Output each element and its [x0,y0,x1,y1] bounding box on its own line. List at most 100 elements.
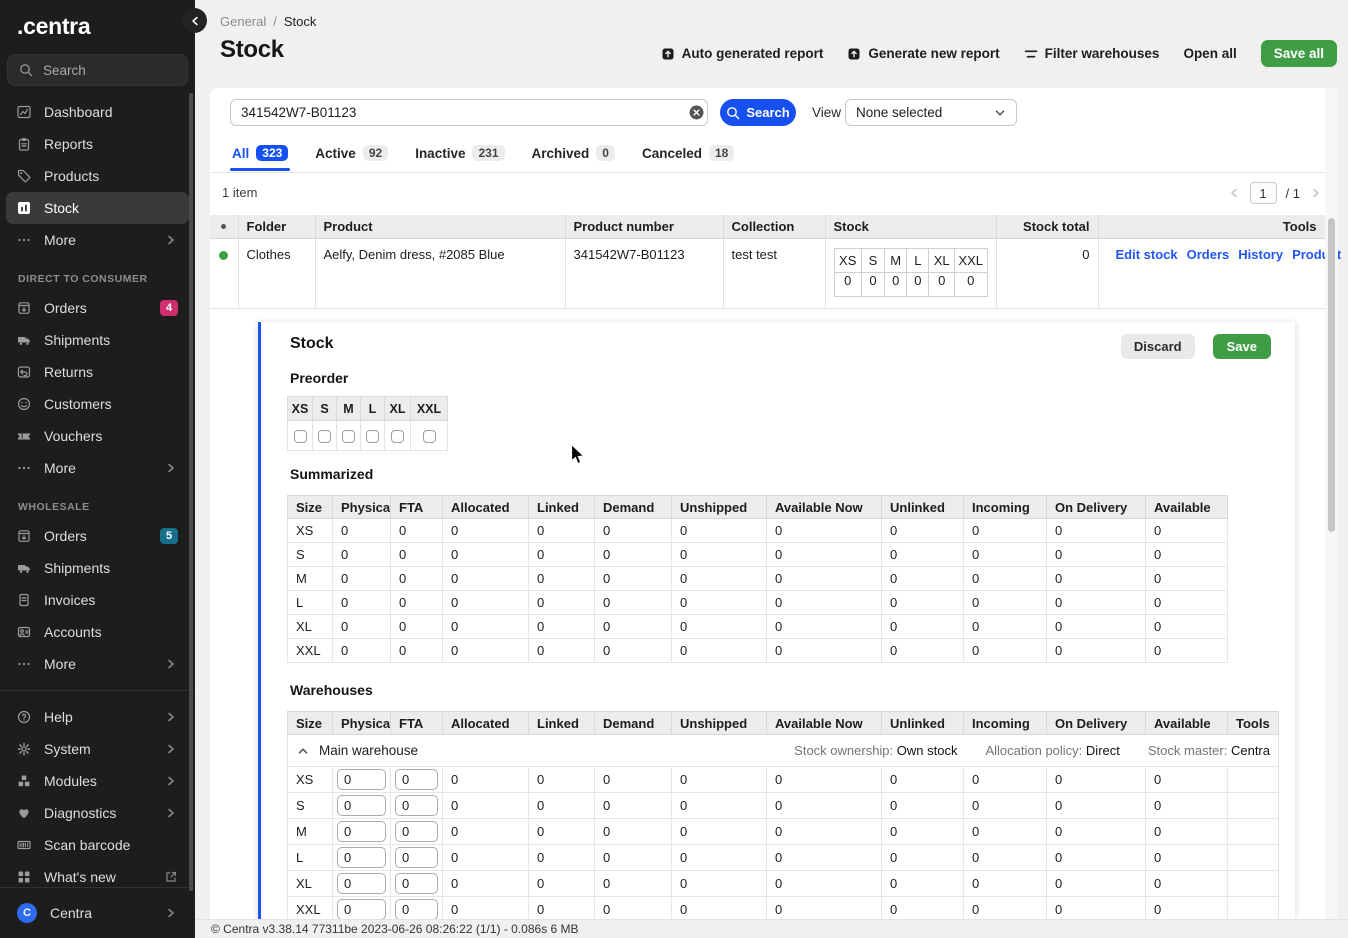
warehouses-table: SizePhysicalFTAAllocatedLinkedDemandUnsh… [287,711,1279,923]
size-header: S [313,397,337,421]
physical-input[interactable] [337,847,386,868]
warehouse-row: XL000000000 [288,871,1279,897]
collapse-sidebar-button[interactable] [182,8,207,33]
breadcrumb-general[interactable]: General [220,14,266,29]
sidebar-item-shipments[interactable]: Shipments [6,324,189,356]
value-cell: 0 [333,615,391,639]
centra-logo: .centra [0,0,195,40]
tab-inactive[interactable]: Inactive231 [415,145,504,171]
sidebar-item-dashboard[interactable]: Dashboard [6,96,189,128]
page-number-input[interactable]: 1 [1250,182,1277,204]
sidebar-item-invoices[interactable]: Invoices [6,584,189,616]
physical-input[interactable] [337,873,386,894]
sidebar-item-system[interactable]: System [6,733,189,765]
sidebar-item-accounts[interactable]: Accounts [6,616,189,648]
product-row[interactable]: ClothesAelfy, Denim dress, #2085 Blue341… [210,238,1325,308]
section-title-direct-to-consumer: DIRECT TO CONSUMER [0,256,195,292]
warehouse-group-row[interactable]: Main warehouseStock ownership: Own stock… [288,735,1279,767]
sidebar-item-more[interactable]: More [6,452,189,484]
col-fta: FTA [391,496,443,519]
generate-new-report-button[interactable]: Generate new report [847,46,999,61]
sidebar-item-label: Diagnostics [44,805,116,821]
preorder-checkbox-xxl[interactable] [423,430,436,443]
preorder-checkbox-s[interactable] [318,430,331,443]
open-all-button[interactable]: Open all [1183,46,1236,61]
sidebar-item-more[interactable]: More [6,224,189,256]
tab-canceled[interactable]: Canceled18 [642,145,734,171]
value-cell: 0 [1047,519,1146,543]
tool-link-orders[interactable]: Orders [1187,247,1230,262]
sidebar-search[interactable]: Search [7,54,188,86]
fta-input[interactable] [395,899,438,920]
tab-count-badge: 0 [596,145,615,161]
value-cell: 0 [767,871,882,897]
sidebar-item-more[interactable]: More [6,648,189,680]
status-active-dot [219,251,228,260]
physical-input[interactable] [337,899,386,920]
value-cell: 0 [333,567,391,591]
value-cell: 0 [964,591,1047,615]
auto-generated-report-button[interactable]: Auto generated report [661,46,824,61]
clear-search-button[interactable] [689,105,704,120]
sidebar-item-returns[interactable]: Returns [6,356,189,388]
warehouse-meta: Stock master: Centra [1148,743,1270,758]
sidebar-item-help[interactable]: Help [6,701,189,733]
sidebar-item-products[interactable]: Products [6,160,189,192]
fta-input[interactable] [395,821,438,842]
tools-cell [1228,767,1279,793]
sidebar-item-reports[interactable]: Reports [6,128,189,160]
sidebar-item-diagnostics[interactable]: Diagnostics [6,797,189,829]
sidebar-main-nav: Dashboard Reports ProductsStockMore [0,96,195,256]
preorder-checkbox-m[interactable] [342,430,355,443]
preorder-checkbox-xs[interactable] [294,430,307,443]
sidebar-item-label: Reports [44,136,93,152]
physical-input[interactable] [337,795,386,816]
next-page-button[interactable] [1309,186,1323,200]
tab-active[interactable]: Active92 [315,145,388,171]
avatar: C [17,903,37,923]
sidebar-item-shipments[interactable]: Shipments [6,552,189,584]
value-cell: 0 [964,871,1047,897]
sidebar-item-vouchers[interactable]: Vouchers [6,420,189,452]
sidebar-item-customers[interactable]: Customers [6,388,189,420]
col-allocated: Allocated [443,712,529,735]
discard-button[interactable]: Discard [1121,334,1195,359]
size-stock-value: 0 [834,272,861,296]
preorder-checkbox-l[interactable] [366,430,379,443]
save-all-button[interactable]: Save all [1261,40,1337,67]
fta-input[interactable] [395,769,438,790]
sidebar-item-stock[interactable]: Stock [6,192,189,224]
product-search-input[interactable] [230,99,708,126]
sidebar-item-label: More [44,460,76,476]
sidebar-item-orders[interactable]: Orders5 [6,520,189,552]
fta-input[interactable] [395,873,438,894]
physical-input[interactable] [337,769,386,790]
value-cell: 0 [443,819,529,845]
cell-tools: Edit stockOrdersHistoryProductClose [1098,238,1325,308]
tab-all[interactable]: All323 [232,145,288,171]
sidebar-item-scan-barcode[interactable]: Scan barcode [6,829,189,861]
view-select[interactable]: None selected [845,99,1017,126]
previous-page-button[interactable] [1227,186,1241,200]
fta-input[interactable] [395,847,438,868]
tools-cell [1228,845,1279,871]
sidebar-item-orders[interactable]: Orders4 [6,292,189,324]
tool-link-history[interactable]: History [1238,247,1283,262]
account-menu[interactable]: C Centra [6,897,189,929]
sidebar-scrollbar[interactable] [189,93,193,891]
preorder-checkbox-xl[interactable] [391,430,404,443]
save-button[interactable]: Save [1213,334,1271,359]
value-cell: 0 [529,543,595,567]
size-header: S [861,248,884,272]
tool-link-edit-stock[interactable]: Edit stock [1116,247,1178,262]
filter-warehouses-button[interactable]: Filter warehouses [1024,46,1160,61]
fta-input[interactable] [395,795,438,816]
physical-input[interactable] [337,821,386,842]
sidebar-item-label: Shipments [44,560,110,576]
value-cell: 0 [595,767,672,793]
scrollbar-thumb[interactable] [1328,218,1335,532]
search-button[interactable]: Search [720,99,796,126]
tab-archived[interactable]: Archived0 [532,145,615,171]
value-cell: 0 [1047,767,1146,793]
sidebar-item-modules[interactable]: Modules [6,765,189,797]
